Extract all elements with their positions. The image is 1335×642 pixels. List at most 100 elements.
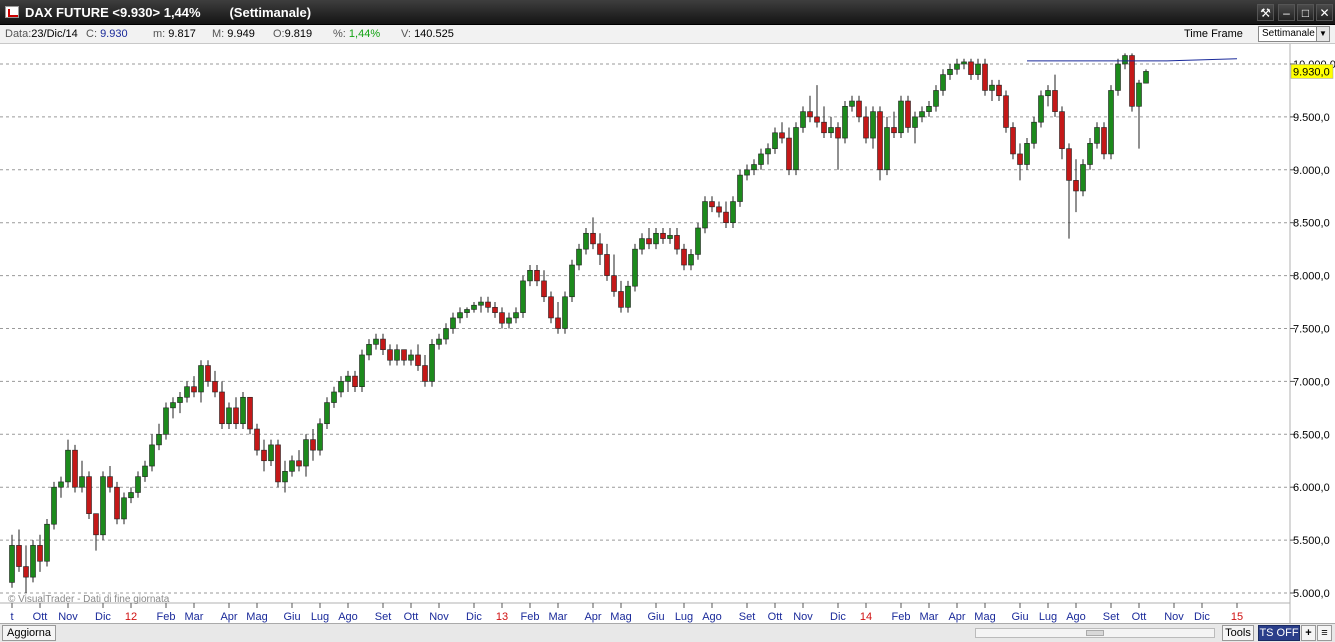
y-tick-label: 9.000,0: [1293, 165, 1330, 177]
close-icon[interactable]: ✕: [1316, 4, 1333, 21]
candle-body: [877, 111, 883, 171]
maximize-icon[interactable]: □: [1297, 4, 1314, 21]
candle-body: [1045, 90, 1051, 97]
x-tick-label: Giu: [1011, 611, 1028, 623]
candle[interactable]: [737, 169, 743, 207]
candle[interactable]: [898, 95, 904, 139]
candle[interactable]: [72, 444, 78, 493]
candle[interactable]: [1129, 53, 1135, 112]
candle-body: [751, 164, 757, 171]
horizontal-scrollbar[interactable]: [975, 628, 1215, 638]
candle[interactable]: [1108, 85, 1114, 160]
candle-body: [954, 63, 960, 70]
candle[interactable]: [100, 471, 106, 541]
x-tick-label: Lug: [311, 611, 329, 623]
candle-body: [366, 344, 372, 356]
menu-icon[interactable]: ≡: [1317, 625, 1332, 641]
candle[interactable]: [562, 291, 568, 334]
candle-body: [394, 349, 400, 361]
x-tick-label: Lug: [1039, 611, 1057, 623]
candle-body: [856, 100, 862, 118]
candlestick-chart[interactable]: 5.000,0 5.500,0 6.000,0 6.500,0 7.000,0 7.500…: [0, 44, 1335, 623]
y-tick-label: 7.000,0: [1293, 376, 1330, 388]
candle-body: [555, 317, 561, 329]
candle[interactable]: [569, 259, 575, 303]
candle[interactable]: [1101, 122, 1107, 160]
candle[interactable]: [1038, 90, 1044, 128]
y-tick-label: 9.500,0: [1293, 112, 1330, 124]
candle[interactable]: [905, 95, 911, 133]
candle[interactable]: [702, 196, 708, 234]
candle-body: [758, 153, 764, 165]
candle[interactable]: [695, 222, 701, 260]
minimize-icon[interactable]: –: [1278, 4, 1295, 21]
candle-body: [723, 211, 729, 223]
candle-body: [814, 116, 820, 123]
candle[interactable]: [317, 418, 323, 456]
candle-body: [1087, 143, 1093, 165]
candle[interactable]: [86, 471, 92, 519]
candle-body: [30, 545, 36, 578]
candle[interactable]: [1115, 58, 1121, 96]
candle-body: [331, 391, 337, 403]
candle[interactable]: [1080, 159, 1086, 197]
date-value: 23/Dic/14: [31, 28, 78, 40]
ts-toggle-button[interactable]: TS OFF: [1258, 625, 1300, 641]
candle-body: [667, 235, 673, 239]
candle[interactable]: [51, 481, 57, 530]
x-tick-label: Dic: [1194, 611, 1210, 623]
candle[interactable]: [1003, 90, 1009, 133]
candle[interactable]: [1143, 69, 1149, 84]
candle-body: [1017, 153, 1023, 165]
candle[interactable]: [842, 101, 848, 144]
add-button[interactable]: +: [1301, 625, 1316, 641]
candle[interactable]: [877, 106, 883, 181]
candle-body: [72, 449, 78, 488]
timeframe-label: Time Frame: [1184, 28, 1243, 40]
y-tick-label: 8.500,0: [1293, 218, 1330, 230]
candle[interactable]: [275, 439, 281, 488]
tools-icon[interactable]: ⚒: [1257, 4, 1274, 21]
candle[interactable]: [359, 349, 365, 392]
candle-body: [618, 291, 624, 308]
candle-body: [611, 275, 617, 292]
candle-body: [1073, 180, 1079, 192]
candle-body: [93, 513, 99, 536]
scrollbar-thumb[interactable]: [1086, 630, 1104, 636]
tools-button[interactable]: Tools: [1222, 625, 1254, 641]
candle-body: [506, 317, 512, 324]
candle-body: [359, 354, 365, 387]
candle[interactable]: [1010, 122, 1016, 160]
refresh-button[interactable]: Aggiorna: [2, 625, 57, 641]
candle[interactable]: [793, 122, 799, 176]
timeframe-select[interactable]: Settimanale ▼: [1258, 26, 1330, 42]
candle-body: [289, 460, 295, 472]
candle-body: [450, 317, 456, 329]
candle[interactable]: [247, 396, 253, 435]
candle[interactable]: [114, 481, 120, 525]
candle-body: [989, 84, 995, 91]
chart-app-icon: [5, 6, 19, 18]
candle[interactable]: [982, 58, 988, 96]
x-tick-label: Set: [1103, 611, 1120, 623]
timeframe-value: Settimanale: [1262, 28, 1315, 39]
candle[interactable]: [30, 540, 36, 583]
candle-body: [23, 566, 29, 578]
open-label: O:: [273, 28, 285, 40]
candle[interactable]: [240, 391, 246, 430]
candle-body: [933, 90, 939, 107]
candle-body: [1031, 121, 1037, 144]
dropdown-arrow-icon[interactable]: ▼: [1316, 27, 1329, 41]
candle-body: [681, 248, 687, 266]
candle-body: [464, 309, 470, 313]
candle-body: [828, 127, 834, 134]
candle-body: [121, 497, 127, 520]
candle[interactable]: [163, 402, 169, 440]
candle-body: [429, 344, 435, 382]
candle[interactable]: [632, 243, 638, 292]
candle[interactable]: [429, 339, 435, 387]
candle-body: [800, 111, 806, 128]
candle-body: [730, 201, 736, 223]
candle[interactable]: [520, 275, 526, 318]
candle[interactable]: [44, 518, 50, 567]
